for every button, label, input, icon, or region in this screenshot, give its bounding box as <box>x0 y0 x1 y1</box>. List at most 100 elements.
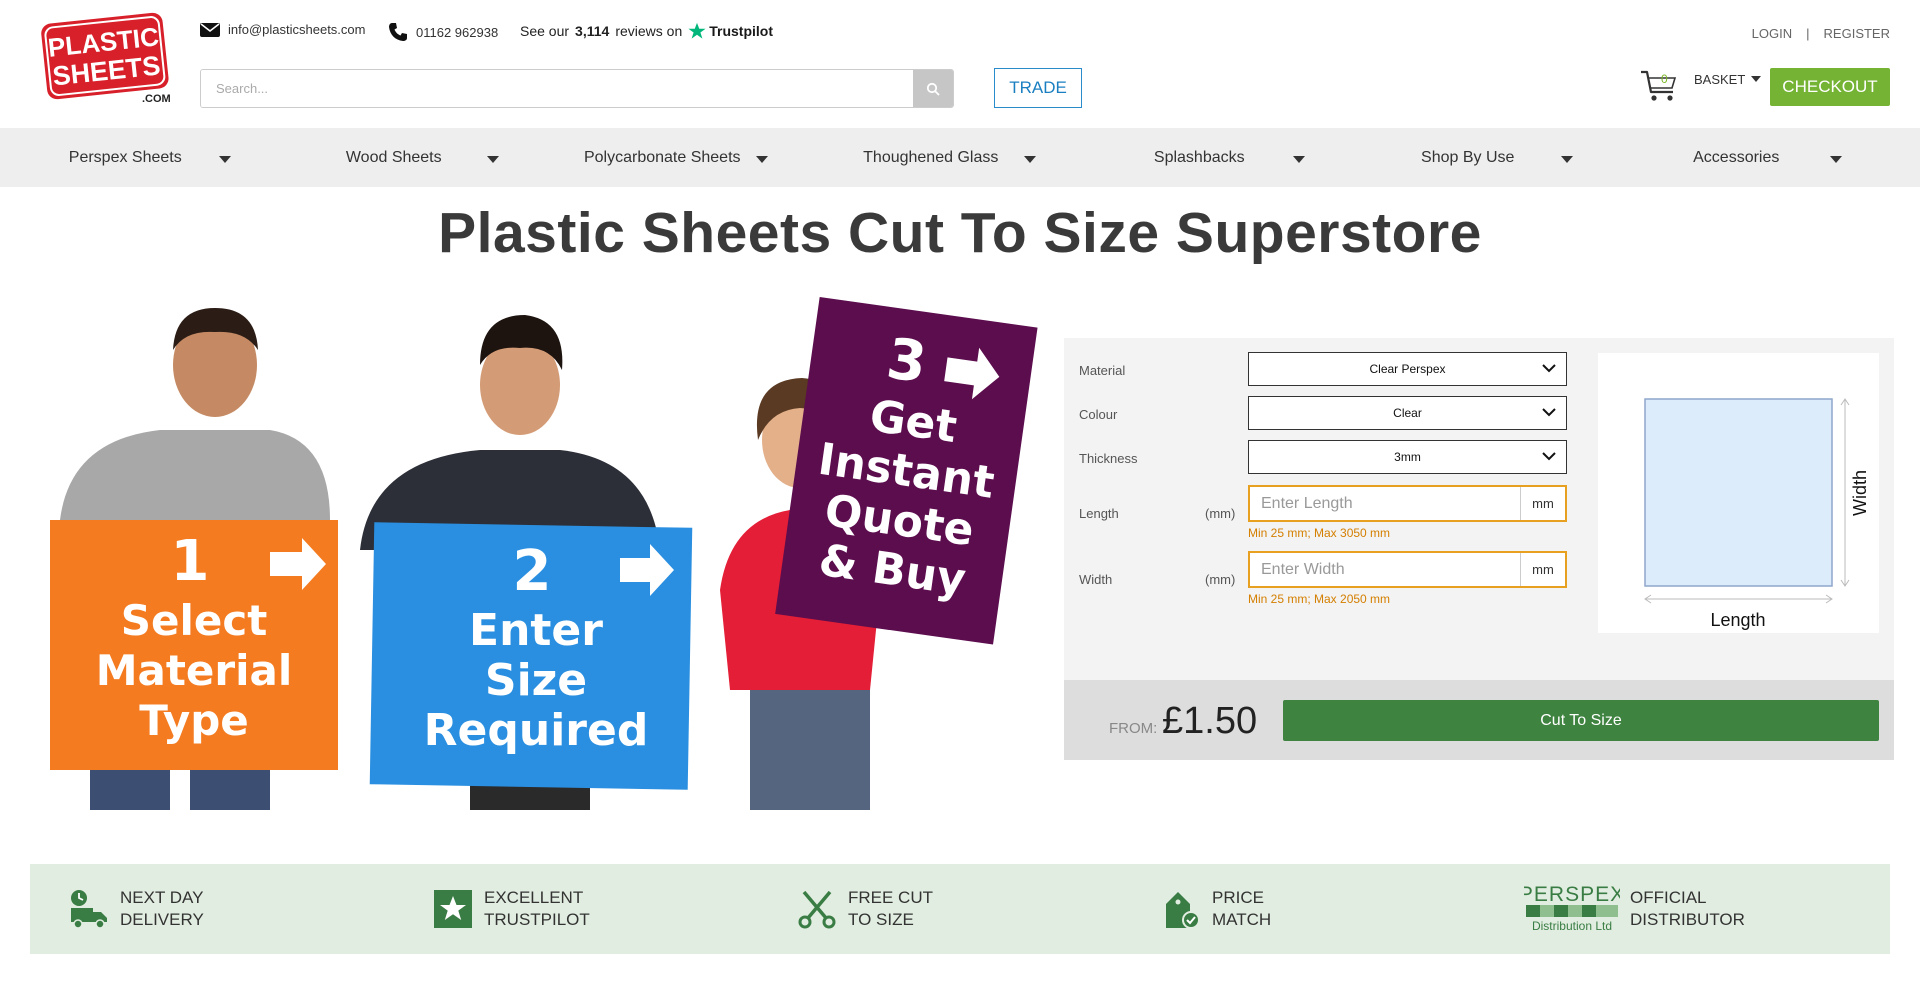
nav-item-toughened-glass[interactable]: Thoughened Glass <box>806 128 1075 187</box>
price-tag-icon <box>1166 892 1200 929</box>
hero-banner-image: 1 Select Material Type 2 Enter Size Requ… <box>30 290 1062 810</box>
thickness-select[interactable]: 3mm <box>1248 440 1567 474</box>
nav-item-label: Polycarbonate Sheets <box>583 148 741 166</box>
colour-select[interactable]: Clear <box>1248 396 1567 430</box>
page-title: Plastic Sheets Cut To Size Superstore <box>438 201 1482 265</box>
length-hint: Min 25 mm; Max 3050 mm <box>1248 526 1391 540</box>
width-unit: mm <box>1520 553 1565 586</box>
svg-text:2: 2 <box>513 539 552 604</box>
reviews-count: 3,114 <box>575 23 610 39</box>
length-input[interactable] <box>1250 487 1520 520</box>
nav-item-polycarbonate-sheets[interactable]: Polycarbonate Sheets <box>537 128 806 187</box>
feature-text: PRICE MATCH <box>1212 887 1271 931</box>
register-link[interactable]: REGISTER <box>1824 26 1890 41</box>
feature-line: NEXT DAY <box>120 888 204 907</box>
nav-item-accessories[interactable]: Accessories <box>1611 128 1880 187</box>
trustpilot-star-icon <box>434 890 472 928</box>
feature-line: FREE CUT <box>848 888 933 907</box>
svg-text:Required: Required <box>424 705 649 756</box>
perspex-logo: PERSPEX Distribution Ltd <box>1524 883 1620 933</box>
feature-price-match: PRICE MATCH <box>1160 864 1271 954</box>
thickness-value: 3mm <box>1394 450 1421 464</box>
caret-down-icon <box>1024 156 1036 163</box>
nav-item-label: Splashbacks <box>1153 148 1245 166</box>
width-hint: Min 25 mm; Max 2050 mm <box>1248 592 1391 606</box>
svg-text:1: 1 <box>171 529 210 594</box>
nav-item-label: Accessories <box>1693 148 1780 166</box>
feature-line: DELIVERY <box>120 910 204 929</box>
svg-text:Select: Select <box>121 596 268 645</box>
cart-count: 0 <box>1661 72 1668 86</box>
feature-official-distributor: PERSPEX Distribution Ltd OFFICIAL DISTRI… <box>1524 864 1745 954</box>
width-label: Width <box>1079 572 1113 587</box>
feature-line: EXCELLENT <box>484 888 584 907</box>
feature-line: TRUSTPILOT <box>484 910 590 929</box>
phone-icon <box>389 23 407 41</box>
svg-text:.COM: .COM <box>142 93 171 104</box>
caret-down-icon <box>755 156 768 163</box>
trustpilot-logo[interactable]: Trustpilot <box>688 22 773 40</box>
feature-line: MATCH <box>1212 910 1272 929</box>
search-icon <box>926 82 940 96</box>
width-input[interactable] <box>1250 553 1520 586</box>
reviews-suffix: reviews on <box>615 23 683 39</box>
feature-excellent-trustpilot: EXCELLENT TRUSTPILOT <box>432 864 590 954</box>
length-unit-label: (mm) <box>1205 506 1236 521</box>
login-link[interactable]: LOGIN <box>1752 26 1792 41</box>
chevron-down-icon <box>1542 452 1556 461</box>
cart-button[interactable]: 0 <box>1639 68 1679 109</box>
length-unit: mm <box>1520 487 1565 520</box>
caret-down-icon <box>1561 156 1573 163</box>
nav-item-perspex-sheets[interactable]: Perspex Sheets <box>0 128 269 187</box>
svg-text:Enter: Enter <box>469 605 603 656</box>
search-button[interactable] <box>913 70 953 107</box>
thickness-label: Thickness <box>1079 451 1138 466</box>
plasticsheets-logo[interactable]: PLASTIC SHEETS .COM <box>38 10 172 104</box>
basket-dropdown[interactable]: BASKET <box>1694 72 1762 87</box>
svg-text:Material: Material <box>96 646 293 695</box>
trustpilot-reviews[interactable]: See our 3,114 reviews on Trustpilot <box>520 22 773 40</box>
delivery-truck-icon <box>71 890 107 929</box>
envelope-icon <box>200 22 220 37</box>
cart-icon <box>1641 70 1677 101</box>
caret-down-icon <box>218 156 231 163</box>
search-bar <box>200 69 954 108</box>
phone-contact[interactable]: 01162 962938 <box>388 22 498 42</box>
feature-next-day-delivery: NEXT DAY DELIVERY <box>68 864 204 954</box>
chevron-down-icon <box>1542 408 1556 417</box>
email-link[interactable]: info@plasticsheets.com <box>228 22 365 37</box>
svg-text:Distribution Ltd: Distribution Ltd <box>1532 919 1612 933</box>
colour-value: Clear <box>1393 406 1422 420</box>
preview-length-label: Length <box>1710 610 1765 630</box>
chevron-down-icon <box>1542 364 1556 373</box>
sheet-size-preview: Width Length <box>1598 353 1879 633</box>
cut-to-size-button[interactable]: Cut To Size <box>1283 700 1879 741</box>
svg-text:Type: Type <box>139 696 249 745</box>
main-nav: Perspex Sheets Wood Sheets Polycarbonate… <box>0 128 1920 187</box>
trustpilot-label: Trustpilot <box>709 23 774 39</box>
basket-label: BASKET <box>1694 72 1746 87</box>
reviews-prefix: See our <box>520 23 570 39</box>
caret-down-icon <box>1751 76 1762 82</box>
feature-line: DISTRIBUTOR <box>1630 910 1745 929</box>
length-label: Length <box>1079 506 1119 521</box>
trade-button[interactable]: TRADE <box>994 68 1082 108</box>
material-select[interactable]: Clear Perspex <box>1248 352 1567 386</box>
nav-item-label: Perspex Sheets <box>68 148 182 166</box>
nav-item-shop-by-use[interactable]: Shop By Use <box>1343 128 1612 187</box>
phone-number[interactable]: 01162 962938 <box>416 25 498 40</box>
price-value: £1.50 <box>1162 700 1258 742</box>
email-contact[interactable]: info@plasticsheets.com <box>200 22 365 37</box>
checkout-button[interactable]: CHECKOUT <box>1770 68 1890 106</box>
feature-line: TO SIZE <box>848 910 914 929</box>
nav-item-wood-sheets[interactable]: Wood Sheets <box>269 128 538 187</box>
feature-free-cut: FREE CUT TO SIZE <box>796 864 933 954</box>
cut-to-size-configurator: Material Clear Perspex Colour Clear Thic… <box>1064 338 1894 760</box>
caret-down-icon <box>1292 156 1305 163</box>
features-bar: NEXT DAY DELIVERY EXCELLENT TRUSTPILOT F… <box>30 864 1890 954</box>
search-input[interactable] <box>201 70 913 107</box>
nav-item-splashbacks[interactable]: Splashbacks <box>1074 128 1343 187</box>
feature-text: EXCELLENT TRUSTPILOT <box>484 887 590 931</box>
site-header: PLASTIC SHEETS .COM info@plasticsheets.c… <box>0 0 1920 128</box>
feature-text: NEXT DAY DELIVERY <box>120 887 204 931</box>
